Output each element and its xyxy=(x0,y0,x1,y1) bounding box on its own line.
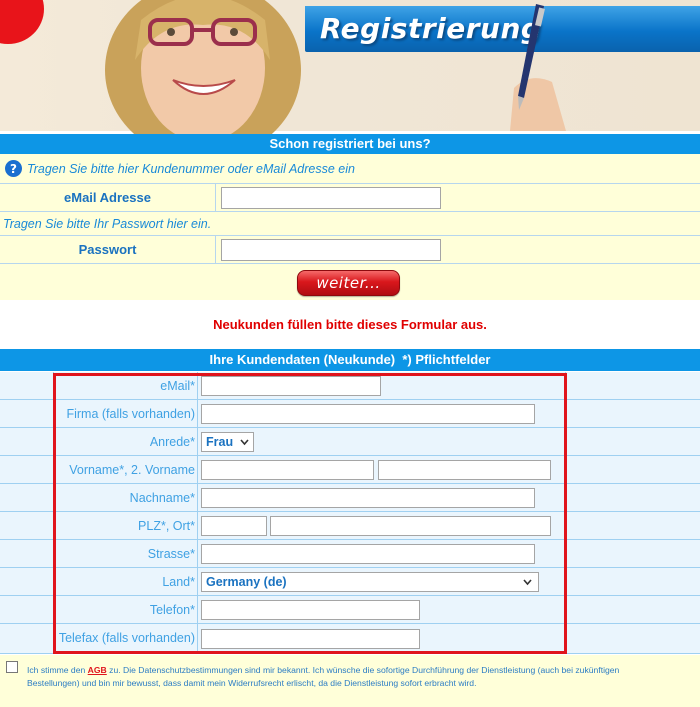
help-icon[interactable]: ? xyxy=(5,160,22,177)
pen-in-hand-image xyxy=(510,4,566,131)
email-label: eMail Adresse xyxy=(64,190,151,205)
password-hint-text: Tragen Sie bitte Ihr Passwort hier ein. xyxy=(3,217,212,231)
divider xyxy=(215,236,216,264)
login-email-input[interactable] xyxy=(221,187,441,209)
agb-link[interactable]: AGB xyxy=(88,665,107,675)
customer-data-header: Ihre Kundendaten (Neukunde) *) Pflichtfe… xyxy=(0,349,700,371)
divider xyxy=(215,184,216,212)
svg-text:?: ? xyxy=(10,162,17,176)
weiter-button[interactable]: weiter... xyxy=(297,270,400,296)
new-customer-note: Neukunden füllen bitte dieses Formular a… xyxy=(213,317,487,332)
password-label: Passwort xyxy=(78,242,137,257)
agreement-text-before: Ich stimme den xyxy=(27,665,88,675)
login-section-header: Schon registriert bei uns? xyxy=(0,134,700,154)
login-hint-row: ? Tragen Sie bitte hier Kundenummer oder… xyxy=(0,154,700,184)
agreement-text-after: zu. Die Datenschutzbestimmungen sind mir… xyxy=(27,665,620,688)
password-row: Passwort xyxy=(0,236,700,264)
agreement-text: Ich stimme den AGB zu. Die Datenschutzbe… xyxy=(27,664,627,690)
login-section-title: Schon registriert bei uns? xyxy=(269,136,431,151)
login-password-input[interactable] xyxy=(221,239,441,261)
woman-with-glasses-photo xyxy=(105,0,301,140)
customer-data-title: Ihre Kundendaten (Neukunde) *) Pflichtfe… xyxy=(209,352,491,367)
email-row: eMail Adresse xyxy=(0,184,700,212)
password-hint-row: Tragen Sie bitte Ihr Passwort hier ein. xyxy=(0,212,700,236)
highlight-frame xyxy=(53,373,567,654)
agree-checkbox[interactable] xyxy=(6,661,18,673)
customer-hint-text: Tragen Sie bitte hier Kundenummer oder e… xyxy=(27,162,355,176)
